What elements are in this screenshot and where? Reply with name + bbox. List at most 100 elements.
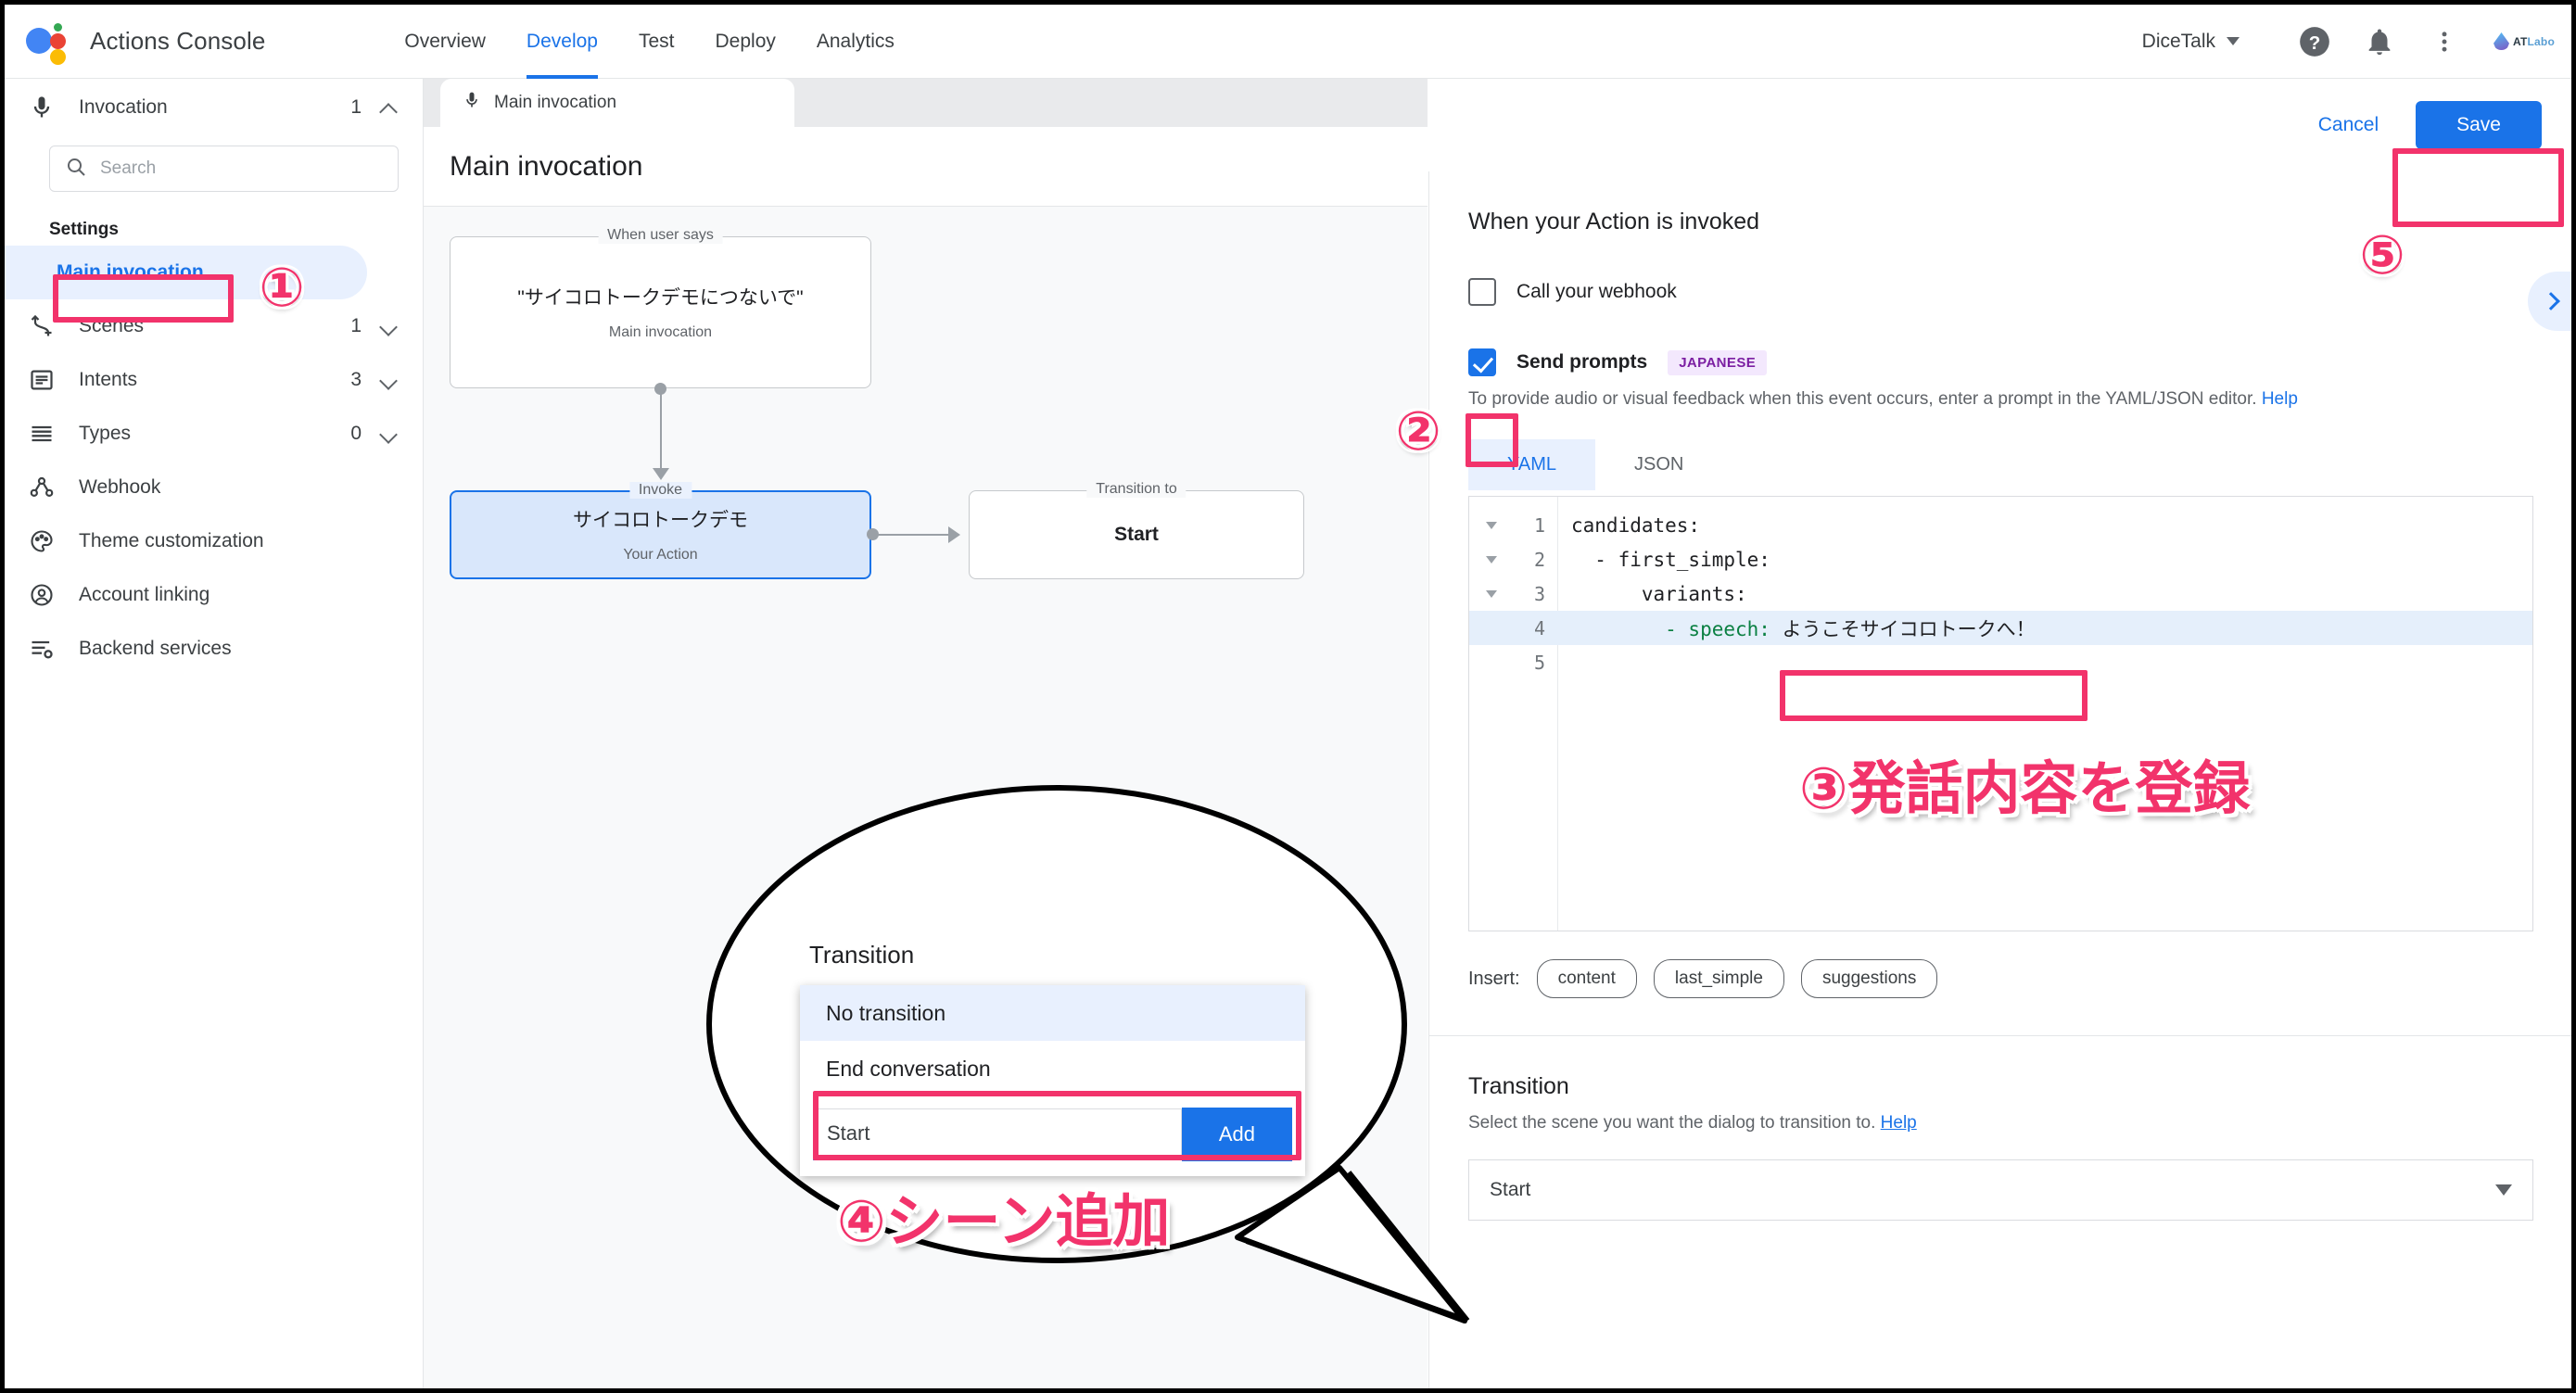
- sidebar-item-count: 3: [350, 369, 362, 390]
- flow-node-title: サイコロトークデモ: [573, 510, 748, 532]
- transition-hint-link[interactable]: Help: [1881, 1113, 1917, 1133]
- insert-chip-last-simple[interactable]: last_simple: [1653, 959, 1784, 998]
- prompts-hint-link[interactable]: Help: [2262, 389, 2298, 409]
- line-number: 3: [1533, 582, 1545, 605]
- flow-arrow-right-icon: [948, 526, 960, 543]
- add-scene-button[interactable]: Add: [1181, 1108, 1292, 1161]
- sidebar-search[interactable]: [49, 146, 399, 192]
- sidebar-invocation-header[interactable]: Invocation 1: [5, 79, 423, 136]
- flow-node-subtitle: Main invocation: [608, 323, 713, 340]
- prompts-hint: To provide audio or visual feedback when…: [1468, 389, 2533, 410]
- editor-format-tabs: YAML JSON: [1468, 439, 2533, 490]
- project-selector[interactable]: DiceTalk: [2142, 31, 2240, 53]
- transition-select[interactable]: Start: [1468, 1159, 2533, 1221]
- flow-node-legend: When user says: [598, 227, 723, 244]
- call-webhook-row[interactable]: Call your webhook: [1468, 278, 2533, 306]
- sidebar-item-count: 1: [350, 315, 362, 336]
- sidebar-item-intents[interactable]: Intents 3: [5, 353, 423, 407]
- new-scene-name-input[interactable]: [813, 1108, 1182, 1160]
- flow-node-transition-to[interactable]: Transition to Start: [969, 481, 1304, 579]
- fold-arrow-icon[interactable]: [1486, 589, 1497, 598]
- main-nav: Overview Develop Test Deploy Analytics: [384, 5, 915, 79]
- save-button[interactable]: Save: [2416, 101, 2542, 149]
- sidebar-item-webhook[interactable]: Webhook: [5, 461, 423, 514]
- sidebar-item-label: Theme customization: [79, 530, 264, 551]
- code-line[interactable]: 1 candidates:: [1469, 508, 2532, 542]
- tab-strip: Main invocation: [424, 79, 1428, 127]
- project-name-label: DiceTalk: [2141, 30, 2216, 52]
- code-key: - speech:: [1571, 617, 1783, 640]
- center-panel: Main invocation Main invocation When use…: [424, 79, 1428, 1388]
- chevron-up-icon: [380, 98, 399, 117]
- dropdown-option-end-conversation[interactable]: End conversation: [800, 1041, 1305, 1096]
- nav-item-overview[interactable]: Overview: [384, 5, 506, 79]
- language-badge: JAPANESE: [1668, 349, 1768, 375]
- bell-icon[interactable]: [2354, 16, 2405, 68]
- tab-yaml[interactable]: YAML: [1468, 439, 1595, 490]
- sidebar-item-label: Webhook: [79, 476, 161, 498]
- transition-hint-text: Select the scene you want the dialog to …: [1468, 1113, 1876, 1133]
- fold-arrow-icon[interactable]: [1486, 555, 1497, 564]
- sidebar-item-account-linking[interactable]: Account linking: [5, 568, 423, 622]
- send-prompts-label: Send prompts: [1516, 351, 1648, 373]
- call-webhook-checkbox[interactable]: [1468, 278, 1496, 306]
- help-circle-icon[interactable]: ?: [2289, 16, 2341, 68]
- nav-item-deploy[interactable]: Deploy: [695, 5, 796, 79]
- sidebar-invocation-count: 1: [350, 96, 362, 118]
- right-panel-body: When your Action is invoked Call your we…: [1429, 171, 2571, 1388]
- dropdown-add-scene-row: Add: [800, 1096, 1305, 1176]
- nav-item-analytics[interactable]: Analytics: [796, 5, 915, 79]
- flow-node-invoke[interactable]: Invoke サイコロトークデモ Your Action: [450, 482, 871, 579]
- tab-main-invocation[interactable]: Main invocation: [440, 79, 794, 127]
- flow-edge-vertical: [660, 388, 662, 470]
- send-prompts-row[interactable]: Send prompts JAPANESE: [1468, 348, 2533, 376]
- insert-chip-suggestions[interactable]: suggestions: [1800, 959, 1938, 998]
- nav-item-test[interactable]: Test: [618, 5, 695, 79]
- fold-arrow-icon[interactable]: [1486, 521, 1497, 529]
- search-input[interactable]: [100, 158, 383, 179]
- sidebar-item-scenes[interactable]: Scenes 1: [5, 299, 423, 353]
- sidebar-item-label: Intents: [79, 369, 138, 390]
- cancel-button[interactable]: Cancel: [2318, 114, 2379, 136]
- yaml-editor[interactable]: 1 candidates: 2 - first_simple: 3 varian: [1468, 496, 2533, 931]
- scenes-icon: [29, 313, 71, 339]
- chevron-down-icon: [2495, 1184, 2512, 1196]
- insert-chip-content[interactable]: content: [1536, 959, 1637, 998]
- app-header: Actions Console Overview Develop Test De…: [5, 5, 2571, 79]
- insert-label: Insert:: [1468, 968, 1520, 989]
- sidebar-item-main-invocation[interactable]: Main invocation: [5, 246, 367, 299]
- sidebar-item-theme-customization[interactable]: Theme customization: [5, 514, 423, 568]
- sidebar-item-types[interactable]: Types 0: [5, 407, 423, 461]
- flow-node-when-user-says[interactable]: When user says "サイコロトークデモにつないで" Main inv…: [450, 227, 871, 388]
- line-number: 2: [1533, 548, 1545, 571]
- more-vertical-icon[interactable]: [2418, 16, 2470, 68]
- sidebar-item-backend-services[interactable]: Backend services: [5, 622, 423, 676]
- account-icon: [29, 582, 71, 608]
- transition-select-value: Start: [1490, 1179, 1531, 1200]
- flow-node-title: "サイコロトークデモにつないで": [517, 287, 804, 310]
- code-line-active[interactable]: 4 - speech: ようこそサイコロトークへ！: [1469, 611, 2532, 645]
- microphone-icon: [463, 91, 481, 115]
- code-line[interactable]: 2 - first_simple:: [1469, 542, 2532, 576]
- section-title: When your Action is invoked: [1468, 209, 1760, 234]
- right-panel: Cancel Save When your Action is invoked …: [1428, 79, 2571, 1388]
- sidebar-settings-label: Settings: [49, 220, 119, 239]
- tab-json[interactable]: JSON: [1595, 439, 1722, 490]
- atlabo-drop-icon: [2494, 32, 2510, 50]
- line-number: 1: [1533, 513, 1545, 537]
- editor-lines: 1 candidates: 2 - first_simple: 3 varian: [1469, 508, 2532, 679]
- google-assistant-logo: [5, 21, 90, 65]
- code-line[interactable]: 3 variants:: [1469, 576, 2532, 611]
- insert-chips-row: Insert: content last_simple suggestions: [1468, 959, 2533, 998]
- send-prompts-checkbox[interactable]: [1468, 348, 1496, 376]
- flow-canvas[interactable]: When user says "サイコロトークデモにつないで" Main inv…: [424, 207, 1428, 1388]
- code-line[interactable]: 5: [1469, 645, 2532, 679]
- section-divider: [1429, 1035, 2571, 1036]
- nav-item-develop[interactable]: Develop: [506, 5, 618, 79]
- flow-arrow-down-icon: [653, 468, 669, 480]
- page-title: Main invocation: [450, 150, 643, 182]
- transition-hint: Select the scene you want the dialog to …: [1468, 1113, 2533, 1133]
- dropdown-option-no-transition[interactable]: No transition: [800, 985, 1305, 1041]
- transition-dropdown-menu[interactable]: No transition End conversation Add: [800, 985, 1305, 1176]
- prompts-hint-text: To provide audio or visual feedback when…: [1468, 389, 2257, 409]
